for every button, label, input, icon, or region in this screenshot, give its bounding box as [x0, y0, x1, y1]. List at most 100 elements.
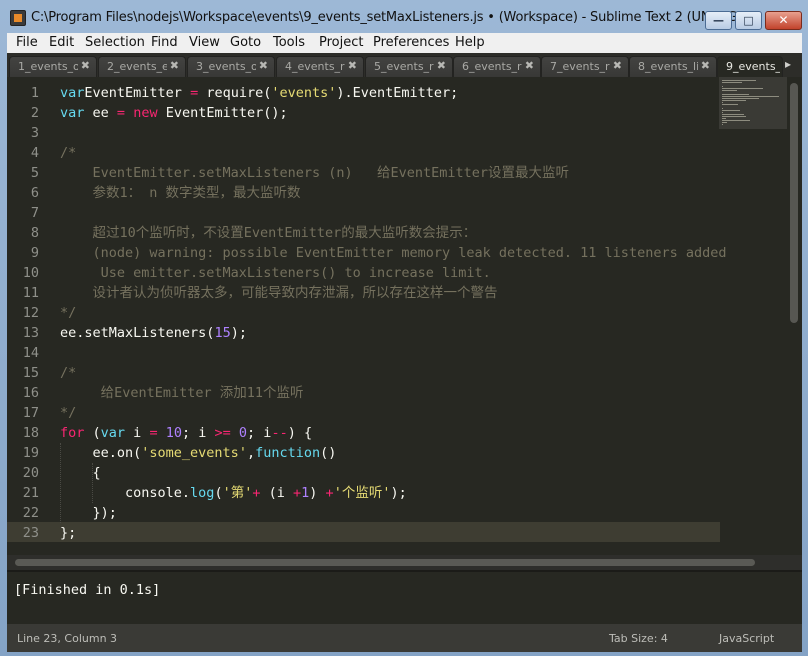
tab-close-icon[interactable]: ✖: [613, 59, 622, 72]
minimap-line: [722, 90, 737, 91]
code-token: +: [325, 485, 334, 501]
code-token: EventEmitter.setMaxListeners (n) 给EventE…: [60, 165, 570, 181]
tab-close-icon[interactable]: ✖: [81, 59, 90, 72]
menu-tools[interactable]: Tools: [273, 35, 305, 50]
line-number: 2: [30, 105, 39, 121]
minimap-line: [722, 104, 739, 105]
current-line-highlight: [7, 522, 720, 542]
tab-label: 2_events_e: [107, 60, 167, 73]
menu-help[interactable]: Help: [455, 35, 485, 50]
minimap[interactable]: [719, 77, 787, 129]
code-token: */: [60, 305, 77, 321]
tab-9-events-active[interactable]: 9_events_s: [717, 56, 783, 77]
maximize-button[interactable]: □: [735, 11, 762, 30]
syntax-indicator[interactable]: JavaScript: [719, 632, 774, 645]
tab-8-events[interactable]: 8_events_li ✖: [629, 56, 717, 77]
code-token: ee.setMaxListeners(: [60, 325, 215, 341]
code-line: 超过10个监听时，不设置EventEmitter的最大监听数会提示：: [60, 223, 477, 243]
line-number: 21: [22, 485, 39, 501]
code-line: };: [60, 523, 76, 543]
minimize-button[interactable]: —: [705, 11, 732, 30]
menu-selection[interactable]: Selection: [85, 35, 145, 50]
code-token: new: [133, 105, 158, 121]
code-token: ; i: [181, 425, 215, 441]
minimap-line: [722, 122, 727, 123]
indent-guide: [60, 443, 61, 523]
tab-close-icon[interactable]: ✖: [525, 59, 534, 72]
code-token: 15: [214, 325, 231, 341]
close-button[interactable]: ✕: [765, 11, 802, 30]
code-token: require(: [198, 85, 272, 101]
tab-close-icon[interactable]: ✖: [348, 59, 357, 72]
code-token: /*: [60, 365, 77, 381]
code-token: '第': [222, 485, 253, 501]
code-line: varEventEmitter = require('events').Even…: [60, 83, 458, 103]
minimize-icon: —: [713, 14, 724, 27]
code-line: 设计者认为侦听器太多，可能导致内存泄漏，所以存在这样一个警告: [60, 283, 498, 303]
minimap-line: [722, 108, 724, 109]
tab-7-events[interactable]: 7_events_r ✖: [541, 56, 629, 77]
menu-goto[interactable]: Goto: [230, 35, 261, 50]
code-token: var: [60, 105, 85, 121]
tab-label: 4_events_re: [285, 60, 345, 73]
code-token: 参数1： n 数字类型，最大监听数: [60, 185, 301, 201]
code-token: 0: [238, 425, 248, 441]
tab-5-events[interactable]: 5_events_r ✖: [365, 56, 453, 77]
tab-label: 9_events_s: [726, 60, 780, 73]
build-output-panel[interactable]: [Finished in 0.1s]: [7, 570, 802, 624]
menu-find[interactable]: Find: [151, 35, 178, 50]
tab-1-events[interactable]: 1_events_o ✖: [9, 56, 97, 77]
line-number-gutter: 1 2 3 4 5 6 7 8 9 10 11 12 13 14 15 16 17 18 19 20 21 22 23: [7, 77, 47, 555]
menu-project[interactable]: Project: [319, 35, 363, 50]
title-bar[interactable]: C:\Program Files\nodejs\Workspace\events…: [0, 0, 808, 34]
minimap-line: [722, 80, 757, 81]
line-number: 6: [30, 185, 39, 201]
tab-6-events[interactable]: 6_events_r ✖: [453, 56, 541, 77]
code-token: log: [190, 485, 215, 501]
code-line: EventEmitter.setMaxListeners (n) 给EventE…: [60, 163, 570, 183]
code-line: });: [60, 503, 117, 523]
code-editor[interactable]: 1 2 3 4 5 6 7 8 9 10 11 12 13 14 15 16 17 18 19 20 21 22 23 va…: [7, 77, 802, 555]
window-title: C:\Program Files\nodejs\Workspace\events…: [31, 10, 753, 25]
minimap-line: [722, 114, 744, 115]
sublime-app-icon[interactable]: [10, 10, 26, 26]
code-token: (i: [260, 485, 293, 501]
code-token: ,: [246, 445, 256, 461]
code-token: 设计者认为侦听器太多，可能导致内存泄漏，所以存在这样一个警告: [60, 285, 498, 301]
close-icon: ✕: [778, 13, 789, 27]
code-token: ): [309, 485, 326, 501]
code-line: */: [60, 303, 76, 323]
horizontal-scrollbar-thumb[interactable]: [15, 559, 755, 566]
code-token: for: [60, 425, 85, 441]
menu-preferences[interactable]: Preferences: [373, 35, 449, 50]
code-line: */: [60, 403, 76, 423]
tab-close-icon[interactable]: ✖: [701, 59, 710, 72]
code-token: =: [149, 425, 158, 441]
line-number: 9: [30, 245, 39, 261]
line-number: 3: [30, 125, 39, 141]
tab-bar: 1_events_o ✖ 2_events_e ✖ 3_events_o ✖ 4_ev…: [7, 53, 802, 77]
line-number: 5: [30, 165, 39, 181]
tab-2-events[interactable]: 2_events_e ✖: [98, 56, 186, 77]
menu-file[interactable]: File: [16, 35, 38, 50]
tab-overflow-arrow-icon[interactable]: ▸: [785, 57, 791, 71]
menu-edit[interactable]: Edit: [49, 35, 74, 50]
tab-size-indicator[interactable]: Tab Size: 4: [609, 632, 668, 645]
tab-4-events[interactable]: 4_events_re ✖: [276, 56, 364, 77]
tab-3-events[interactable]: 3_events_o ✖: [187, 56, 275, 77]
tab-close-icon[interactable]: ✖: [170, 59, 179, 72]
menu-bar: File Edit Selection Find View Goto Tools…: [7, 33, 802, 53]
vertical-scrollbar[interactable]: [790, 83, 798, 323]
tab-close-icon[interactable]: ✖: [437, 59, 446, 72]
horizontal-scroll-track[interactable]: [7, 555, 802, 570]
sublime-window: C:\Program Files\nodejs\Workspace\events…: [0, 0, 808, 656]
line-number: 14: [22, 345, 39, 361]
tab-label: 1_events_o: [18, 60, 78, 73]
code-token: ee: [84, 105, 117, 121]
tab-label: 5_events_r: [374, 60, 434, 73]
tab-close-icon[interactable]: ✖: [259, 59, 268, 72]
code-token: (: [214, 485, 223, 501]
menu-view[interactable]: View: [189, 35, 220, 50]
